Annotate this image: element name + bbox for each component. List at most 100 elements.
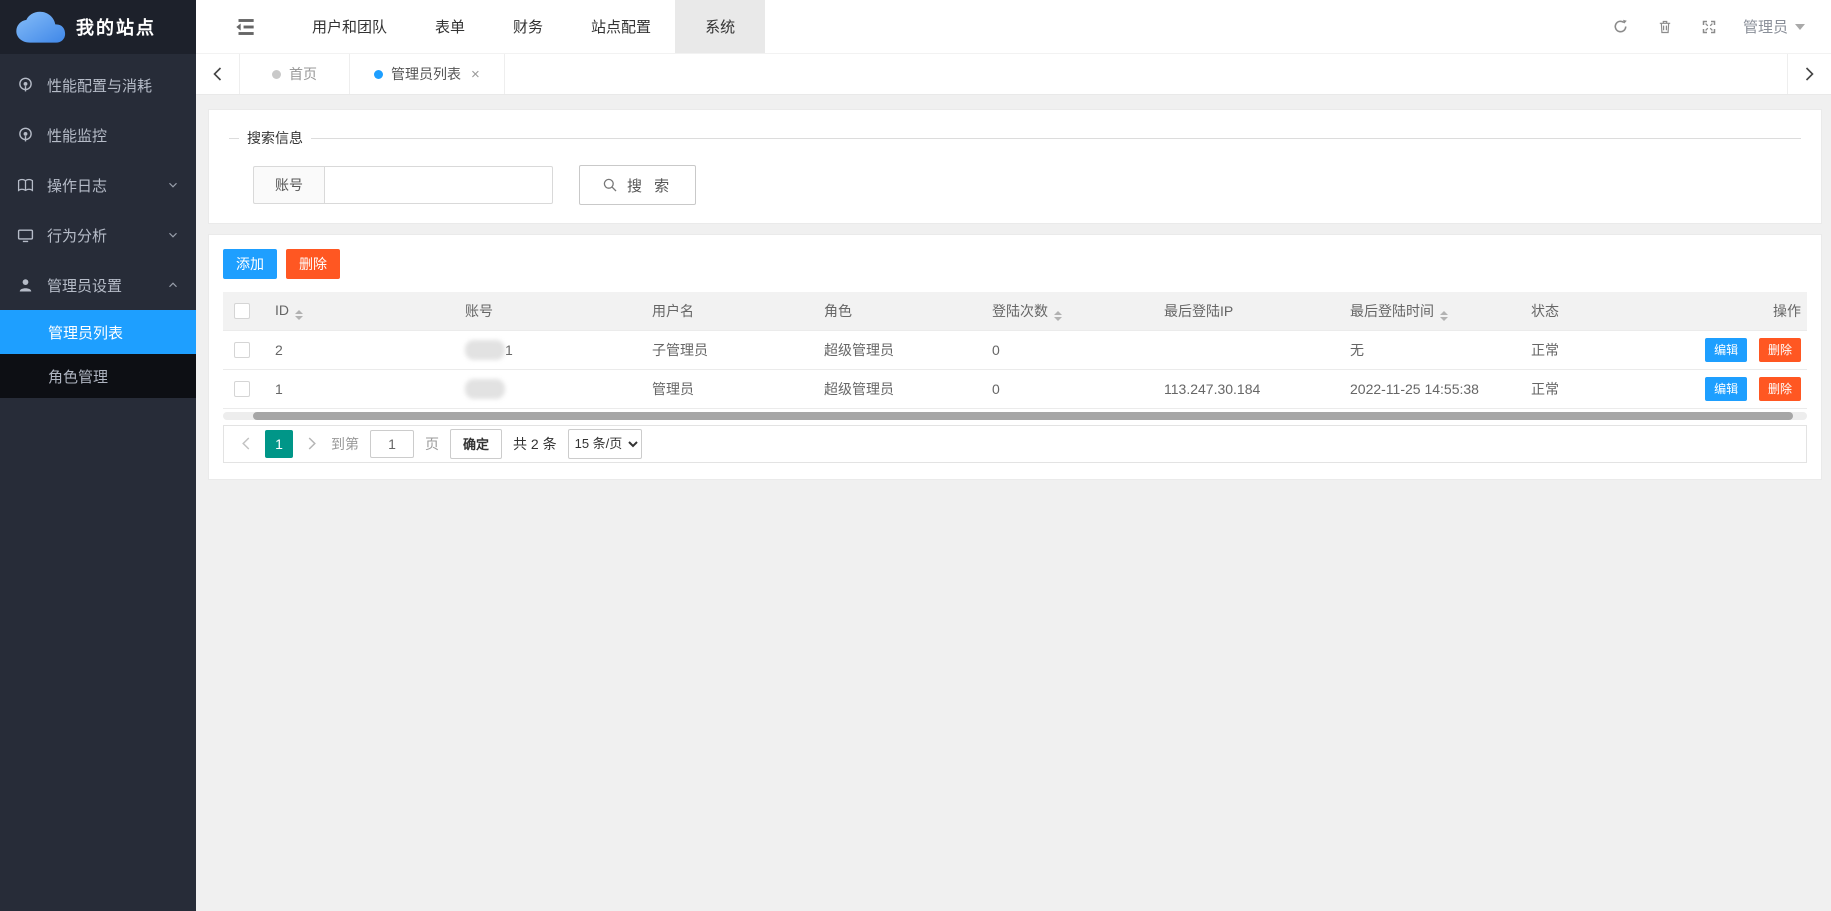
content-area: 搜索信息 账号 搜 索 [196, 95, 1831, 911]
sidebar-item-label: 行为分析 [47, 225, 166, 246]
cloud-icon [14, 11, 66, 44]
sidebar-item-admin-settings[interactable]: 管理员设置 [0, 260, 196, 310]
cell-last-time: 无 [1336, 330, 1517, 369]
nav-item-label: 财务 [513, 16, 543, 37]
fullscreen-button[interactable] [1687, 0, 1731, 54]
table-header-row: ID 账号 用户名 角色 登陆次数 最后登陆IP 最后登陆时间 状态 操作 [223, 292, 1807, 330]
delete-row-button[interactable]: 删除 [1759, 338, 1801, 362]
next-page-button[interactable] [304, 436, 320, 452]
tab-home[interactable]: 首页 [240, 54, 350, 94]
cell-status: 正常 [1517, 330, 1657, 369]
account-input[interactable] [324, 166, 553, 204]
admin-table: ID 账号 用户名 角色 登陆次数 最后登陆IP 最后登陆时间 状态 操作 [223, 292, 1807, 409]
nav-item-users-teams[interactable]: 用户和团队 [288, 0, 411, 53]
caret-down-icon [1795, 24, 1805, 30]
page-1-button[interactable]: 1 [265, 430, 293, 458]
nav-item-system[interactable]: 系统 [675, 0, 765, 53]
sidebar-item-behavior-analysis[interactable]: 行为分析 [0, 210, 196, 260]
sidebar-item-label: 操作日志 [47, 175, 166, 196]
sort-icon[interactable] [1054, 311, 1062, 321]
edit-row-button[interactable]: 编辑 [1705, 338, 1747, 362]
chevron-right-icon [308, 437, 316, 450]
add-button[interactable]: 添加 [223, 249, 277, 279]
masked-account [465, 340, 505, 360]
sidebar-submenu: 管理员列表 角色管理 [0, 310, 196, 398]
sidebar-item-label: 性能配置与消耗 [47, 75, 180, 96]
table-row: 2 1 子管理员 超级管理员 0 无 正常 编辑 删除 [223, 330, 1807, 369]
chevron-right-icon [1805, 67, 1814, 81]
top-nav-items: 用户和团队 表单 财务 站点配置 系统 [288, 0, 765, 53]
tab-scroll-right-button[interactable] [1787, 54, 1831, 94]
edit-row-button[interactable]: 编辑 [1705, 377, 1747, 401]
user-name: 管理员 [1743, 16, 1788, 37]
cell-id: 1 [261, 369, 451, 408]
search-fieldset: 搜索信息 账号 搜 索 [229, 128, 1801, 207]
nav-item-label: 用户和团队 [312, 16, 387, 37]
confirm-page-button[interactable]: 确定 [450, 429, 502, 459]
sort-icon[interactable] [1440, 311, 1448, 321]
user-menu[interactable]: 管理员 [1743, 16, 1805, 37]
table-row: 1 管理员 超级管理员 0 113.247.30.184 2022-11-25 … [223, 369, 1807, 408]
column-header-id: ID [275, 302, 289, 318]
search-button-label: 搜 索 [627, 175, 673, 196]
goto-page-input[interactable] [370, 430, 414, 458]
sidebar-subitem-role-management[interactable]: 角色管理 [0, 354, 196, 398]
sidebar-item-label: 性能监控 [47, 125, 180, 146]
app-root: 我的站点 性能配置与消耗 性能监控 [0, 0, 1831, 911]
column-header-role: 角色 [824, 303, 852, 319]
column-header-username: 用户名 [652, 303, 694, 319]
cell-role: 超级管理员 [810, 369, 978, 408]
tab-label: 首页 [289, 64, 317, 84]
tab-scroll-left-button[interactable] [196, 54, 240, 94]
table-toolbar: 添加 删除 [223, 249, 1807, 279]
nav-item-site-config[interactable]: 站点配置 [567, 0, 675, 53]
scrollbar-thumb[interactable] [253, 412, 1793, 420]
cell-username: 子管理员 [638, 330, 810, 369]
sidebar-item-performance-monitor[interactable]: 性能监控 [0, 110, 196, 160]
close-tab-icon[interactable]: × [471, 66, 480, 83]
nav-item-forms[interactable]: 表单 [411, 0, 489, 53]
tab-dot [272, 70, 281, 79]
logo: 我的站点 [0, 0, 196, 54]
chevron-up-icon [166, 278, 180, 292]
sidebar-item-performance-config[interactable]: 性能配置与消耗 [0, 60, 196, 110]
gauge-icon [17, 77, 34, 94]
gauge-icon [17, 127, 34, 144]
sidebar-item-operation-log[interactable]: 操作日志 [0, 160, 196, 210]
horizontal-scrollbar[interactable] [223, 412, 1807, 420]
refresh-button[interactable] [1599, 0, 1643, 54]
sidebar-subitem-admin-list[interactable]: 管理员列表 [0, 310, 196, 354]
delete-button[interactable]: 删除 [286, 249, 340, 279]
masked-account [465, 379, 505, 399]
cell-login-count: 0 [978, 330, 1150, 369]
row-checkbox[interactable] [234, 381, 250, 397]
prev-page-button[interactable] [238, 436, 254, 452]
goto-suffix-label: 页 [425, 434, 439, 454]
sidebar-subitem-label: 管理员列表 [48, 322, 123, 343]
row-checkbox[interactable] [234, 342, 250, 358]
collapse-menu-icon[interactable] [232, 14, 258, 40]
sidebar-menu: 性能配置与消耗 性能监控 操作日志 [0, 54, 196, 398]
delete-row-button[interactable]: 删除 [1759, 377, 1801, 401]
user-icon [17, 277, 34, 294]
account-label: 账号 [253, 166, 324, 204]
refresh-icon [1612, 18, 1629, 35]
sidebar-subitem-label: 角色管理 [48, 366, 108, 387]
chevron-left-icon [242, 437, 250, 450]
cell-account [451, 369, 638, 408]
per-page-select[interactable]: 15 条/页 [568, 429, 642, 459]
main-area: 用户和团队 表单 财务 站点配置 系统 [196, 0, 1831, 911]
column-header-last-time: 最后登陆时间 [1350, 303, 1434, 319]
nav-item-finance[interactable]: 财务 [489, 0, 567, 53]
total-count-label: 共 2 条 [513, 434, 557, 454]
sort-icon[interactable] [295, 310, 303, 320]
tab-dot [374, 70, 383, 79]
sidebar-item-label: 管理员设置 [47, 275, 166, 296]
tab-admin-list[interactable]: 管理员列表 × [350, 54, 505, 94]
search-button[interactable]: 搜 索 [579, 165, 696, 205]
column-header-login-count: 登陆次数 [992, 303, 1048, 319]
trash-button[interactable] [1643, 0, 1687, 54]
search-legend: 搜索信息 [239, 128, 311, 148]
magnifier-icon [602, 177, 618, 193]
select-all-checkbox[interactable] [234, 303, 250, 319]
